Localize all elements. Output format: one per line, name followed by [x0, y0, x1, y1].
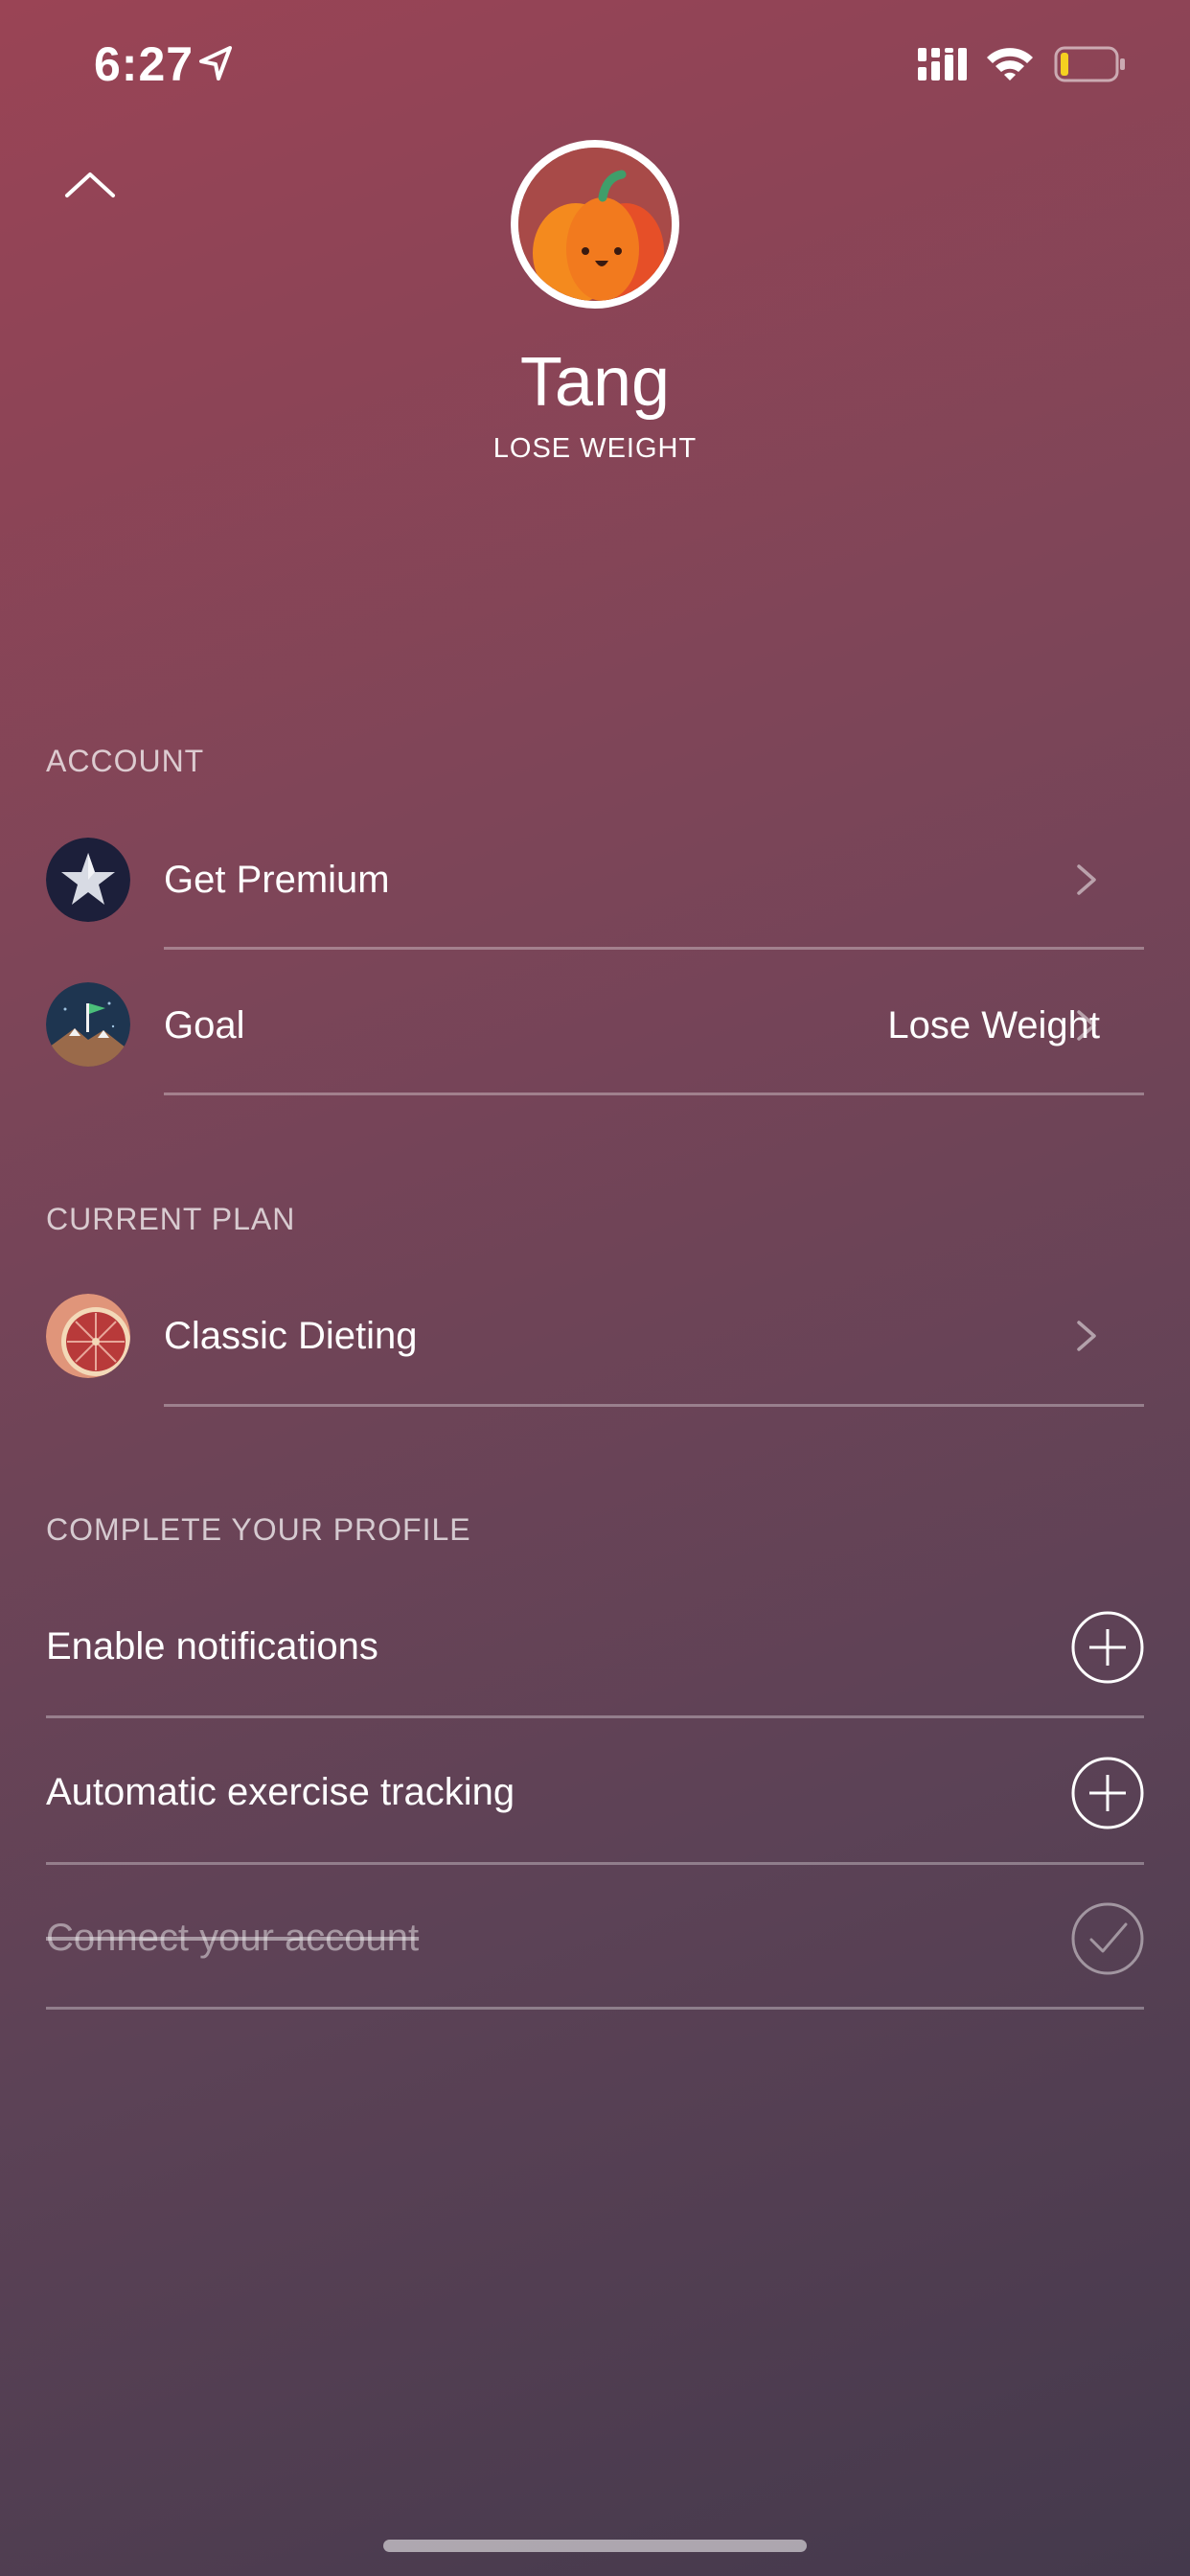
- profile-goal-subtitle: LOSE WEIGHT: [492, 433, 698, 464]
- wifi-icon: [987, 48, 1033, 80]
- automatic-exercise-tracking-label: Automatic exercise tracking: [46, 1771, 515, 1813]
- connect-your-account-label: Connect your account: [46, 1917, 420, 1959]
- grapefruit-plan-icon: [46, 1294, 130, 1378]
- avatar[interactable]: [511, 140, 679, 309]
- plus-circle-icon[interactable]: [1070, 1610, 1145, 1685]
- enable-notifications-label: Enable notifications: [46, 1625, 378, 1668]
- section-title-current-plan: CURRENT PLAN: [46, 1202, 296, 1236]
- check-circle-icon: [1071, 1902, 1144, 1975]
- section-title-account: ACCOUNT: [46, 744, 205, 778]
- get-premium-label: Get Premium: [164, 859, 390, 901]
- premium-star-icon: [46, 838, 130, 922]
- chevron-right-icon: [1077, 1321, 1096, 1351]
- divider: [164, 1092, 1144, 1095]
- battery-icon: [1054, 46, 1125, 82]
- cellular-signal-icon: [918, 48, 967, 80]
- status-time: 6:27: [94, 37, 195, 91]
- divider: [164, 1404, 1144, 1407]
- classic-dieting-label: Classic Dieting: [164, 1315, 418, 1357]
- goal-label: Goal: [164, 1004, 245, 1046]
- pumpkin-avatar-icon: [518, 148, 672, 301]
- chevron-right-icon: [1077, 1010, 1096, 1041]
- location-arrow-icon: [199, 46, 232, 80]
- plus-circle-icon[interactable]: [1070, 1756, 1145, 1830]
- section-title-complete-profile: COMPLETE YOUR PROFILE: [46, 1512, 471, 1547]
- divider: [46, 1715, 1144, 1718]
- goal-value: Lose Weight: [887, 1004, 1100, 1046]
- goal-flag-mountain-icon: [46, 982, 130, 1067]
- collapse-chevron-up-icon[interactable]: [61, 165, 119, 203]
- profile-name: Tang: [519, 344, 671, 421]
- divider: [46, 2007, 1144, 2010]
- divider: [164, 947, 1144, 950]
- home-indicator[interactable]: [383, 2540, 807, 2552]
- chevron-right-icon: [1077, 864, 1096, 895]
- divider: [46, 1862, 1144, 1865]
